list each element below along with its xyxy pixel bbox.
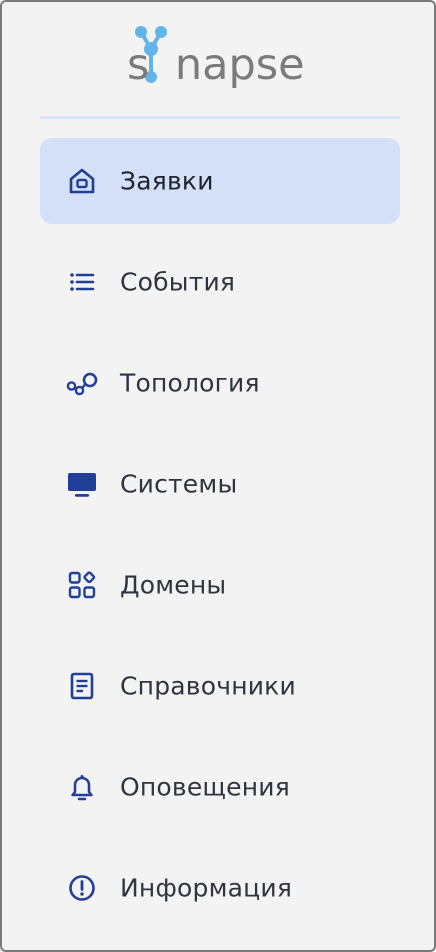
menu-item-label: Топология (120, 368, 260, 398)
menu-item-notifications[interactable]: Оповещения (40, 744, 400, 830)
divider (40, 116, 400, 119)
bell-icon (66, 771, 98, 803)
menu-item-references[interactable]: Справочники (40, 643, 400, 729)
home-icon (66, 165, 98, 197)
topology-icon (66, 367, 98, 399)
menu-item-label: Оповещения (120, 772, 290, 802)
sidebar: synapse Заявки События Топология Системы… (0, 0, 436, 952)
document-icon (66, 670, 98, 702)
navigation-menu: Заявки События Топология Системы Домены … (40, 138, 400, 946)
menu-item-label: События (120, 267, 236, 297)
monitor-icon (66, 468, 98, 500)
info-icon (66, 872, 98, 904)
menu-item-topology[interactable]: Топология (40, 340, 400, 426)
menu-item-systems[interactable]: Системы (40, 441, 400, 527)
synapse-logo[interactable]: synapse (2, 24, 434, 94)
list-icon (66, 266, 98, 298)
menu-item-requests[interactable]: Заявки (40, 138, 400, 224)
logo-mark: synapse (127, 26, 305, 90)
menu-item-information[interactable]: Информация (40, 845, 400, 931)
menu-item-domains[interactable]: Домены (40, 542, 400, 628)
menu-item-label: Информация (120, 873, 293, 903)
menu-item-label: Домены (120, 570, 227, 600)
menu-item-label: Справочники (120, 671, 296, 701)
apps-icon (66, 569, 98, 601)
menu-item-label: Заявки (120, 166, 214, 196)
menu-item-label: Системы (120, 469, 238, 499)
menu-item-events[interactable]: События (40, 239, 400, 325)
